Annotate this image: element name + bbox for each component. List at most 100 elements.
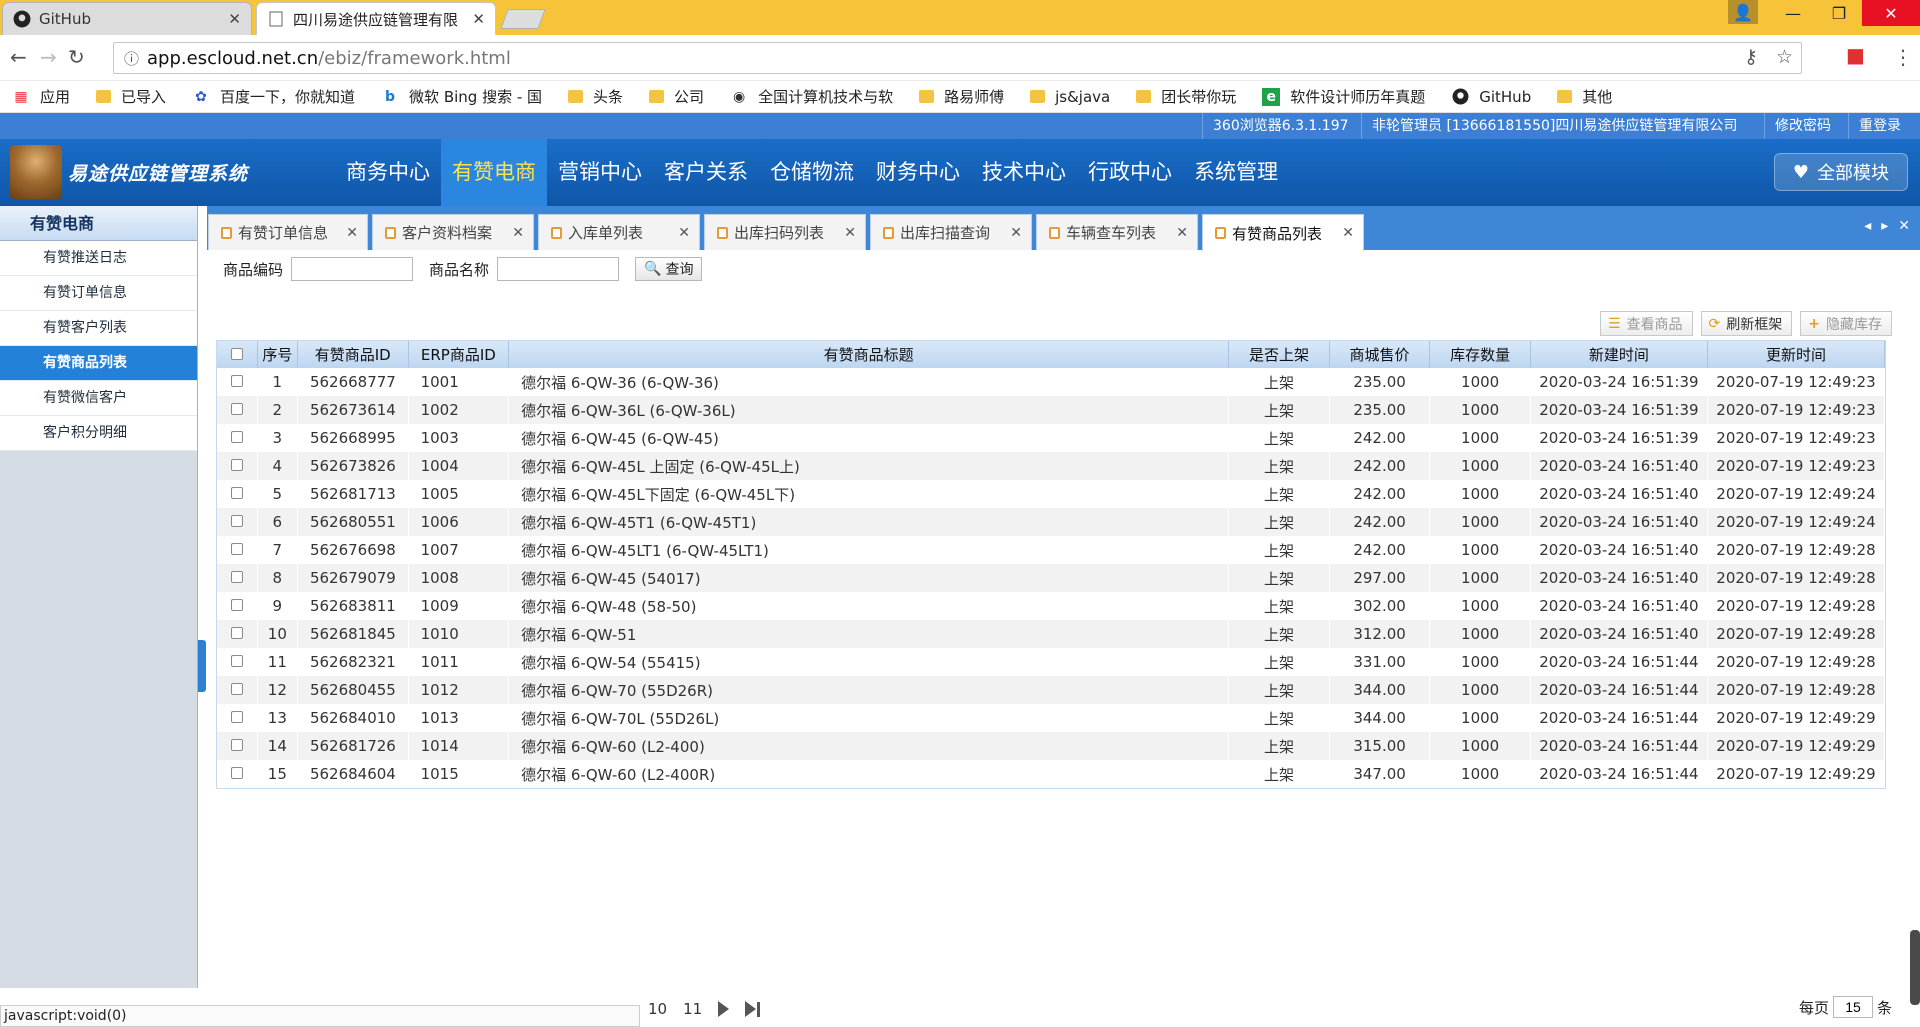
close-icon[interactable]: ✕ xyxy=(1010,225,1022,241)
menu-icon[interactable]: ⋮ xyxy=(1893,45,1913,69)
close-all-icon[interactable]: ✕ xyxy=(1898,218,1910,234)
name-input[interactable] xyxy=(497,257,620,281)
row-select-cell[interactable] xyxy=(217,732,258,760)
tab-products[interactable]: 有赞商品列表 ✕ xyxy=(1202,214,1364,251)
row-select-cell[interactable] xyxy=(217,396,258,424)
row-select-cell[interactable] xyxy=(217,620,258,648)
sidebar-item-wechat-customers[interactable]: 有赞微信客户 xyxy=(0,381,197,416)
relogin-link[interactable]: 重登录 xyxy=(1848,113,1911,139)
row-select-cell[interactable] xyxy=(217,452,258,480)
nav-crm[interactable]: 客户关系 xyxy=(653,139,759,206)
new-tab-button[interactable] xyxy=(500,9,546,29)
sidebar-item-points[interactable]: 客户积分明细 xyxy=(0,416,197,451)
row-checkbox[interactable] xyxy=(230,543,243,555)
tab-outbound-query[interactable]: 出库扫描查询 ✕ xyxy=(870,214,1032,250)
browser-tab-github[interactable]: GitHub ✕ xyxy=(2,2,252,35)
table-row[interactable]: 15 562684604 1015 德尔福 6-QW-60 (L2-400R) 上架 34… xyxy=(217,760,1886,788)
row-checkbox[interactable] xyxy=(230,515,243,527)
bookmark-folder[interactable]: 公司 xyxy=(649,86,704,107)
row-select-cell[interactable] xyxy=(217,648,258,676)
close-icon[interactable]: ✕ xyxy=(844,225,856,241)
refresh-frame-button[interactable]: ⟳ 刷新框架 xyxy=(1700,311,1793,336)
sidebar-item-orders[interactable]: 有赞订单信息 xyxy=(0,276,197,311)
nav-admin[interactable]: 行政中心 xyxy=(1077,139,1183,206)
close-icon[interactable]: ✕ xyxy=(1342,225,1354,241)
table-row[interactable]: 9 562683811 1009 德尔福 6-QW-48 (58-50) 上架 302.0… xyxy=(217,592,1886,620)
row-select-cell[interactable] xyxy=(217,676,258,704)
tab-customer-files[interactable]: 客户资料档案 ✕ xyxy=(372,214,534,250)
sidebar-item-customers[interactable]: 有赞客户列表 xyxy=(0,311,197,346)
all-modules-button[interactable]: ♥ 全部模块 xyxy=(1774,153,1908,191)
window-close-icon[interactable]: ✕ xyxy=(1862,0,1920,26)
browser-tab-active[interactable]: 四川易途供应链管理有限 ✕ xyxy=(256,2,496,35)
last-page-icon[interactable] xyxy=(745,1001,761,1017)
row-checkbox[interactable] xyxy=(230,627,243,639)
scroll-left-icon[interactable]: ◂ xyxy=(1864,218,1871,234)
page-size-input[interactable] xyxy=(1832,996,1873,1018)
bookmark-github[interactable]: GitHub xyxy=(1451,88,1531,106)
row-checkbox[interactable] xyxy=(230,711,243,723)
table-row[interactable]: 6 562680551 1006 德尔福 6-QW-45T1 (6-QW-45T1) 上… xyxy=(217,508,1886,536)
url-field[interactable]: ⓘ app.escloud.net.cn/ebiz/framework.html… xyxy=(113,42,1802,74)
column-header[interactable]: ERP商品ID xyxy=(408,341,510,368)
bookmark-apps[interactable]: ▦ 应用 xyxy=(12,86,70,107)
select-all-header[interactable] xyxy=(217,341,258,368)
bookmark-baidu[interactable]: ✿ 百度一下，你就知道 xyxy=(192,86,355,107)
row-select-cell[interactable] xyxy=(217,480,258,508)
nav-system[interactable]: 系统管理 xyxy=(1183,139,1289,206)
reload-icon[interactable]: ↻ xyxy=(68,45,85,69)
back-icon[interactable]: ← xyxy=(10,45,27,69)
bookmark-folder[interactable]: 路易师傅 xyxy=(919,86,1004,107)
column-header[interactable]: 更新时间 xyxy=(1707,341,1886,368)
column-header[interactable]: 商城售价 xyxy=(1329,341,1431,368)
table-row[interactable]: 12 562680455 1012 德尔福 6-QW-70 (55D26R) 上架 344… xyxy=(217,676,1886,704)
query-button[interactable]: 🔍 查询 xyxy=(635,257,703,281)
table-row[interactable]: 8 562679079 1008 德尔福 6-QW-45 (54017) 上架 297.0… xyxy=(217,564,1886,592)
row-checkbox[interactable] xyxy=(230,683,243,695)
row-checkbox[interactable] xyxy=(230,403,243,415)
next-page-icon[interactable] xyxy=(718,1001,730,1017)
row-checkbox[interactable] xyxy=(230,375,243,387)
table-row[interactable]: 4 562673826 1004 德尔福 6-QW-45L 上固定 (6-QW-45L… xyxy=(217,452,1886,480)
nav-marketing[interactable]: 营销中心 xyxy=(547,139,653,206)
select-all-checkbox[interactable] xyxy=(230,347,243,360)
info-icon[interactable]: ⓘ xyxy=(124,48,139,69)
table-row[interactable]: 7 562676698 1007 德尔福 6-QW-45LT1 (6-QW-45LT1… xyxy=(217,536,1886,564)
scrollbar-thumb[interactable] xyxy=(1910,930,1920,1005)
scroll-right-icon[interactable]: ▸ xyxy=(1881,218,1888,234)
close-icon[interactable]: ✕ xyxy=(678,225,690,241)
change-password-link[interactable]: 修改密码 xyxy=(1764,113,1841,139)
nav-warehouse[interactable]: 仓储物流 xyxy=(759,139,865,206)
key-icon[interactable]: ⚷ xyxy=(1744,46,1758,68)
table-row[interactable]: 3 562668995 1003 德尔福 6-QW-45 (6-QW-45) 上架 242… xyxy=(217,424,1886,452)
tab-inbound[interactable]: 入库单列表 ✕ xyxy=(538,214,700,250)
row-checkbox[interactable] xyxy=(230,739,243,751)
bookmark-folder[interactable]: js&java xyxy=(1030,88,1110,106)
column-header[interactable]: 库存数量 xyxy=(1429,341,1531,368)
table-row[interactable]: 13 562684010 1013 德尔福 6-QW-70L (55D26L) 上架 34… xyxy=(217,704,1886,732)
forward-icon[interactable]: → xyxy=(40,45,57,69)
bookmark-folder[interactable]: 已导入 xyxy=(96,86,166,107)
nav-tech[interactable]: 技术中心 xyxy=(971,139,1077,206)
star-icon[interactable]: ☆ xyxy=(1776,46,1793,68)
nav-business[interactable]: 商务中心 xyxy=(335,139,441,206)
hide-stock-button[interactable]: + 隐藏库存 xyxy=(1800,311,1892,336)
row-checkbox[interactable] xyxy=(230,487,243,499)
column-header[interactable]: 新建时间 xyxy=(1530,341,1708,368)
row-checkbox[interactable] xyxy=(230,431,243,443)
nav-youzan[interactable]: 有赞电商 xyxy=(441,139,547,206)
row-select-cell[interactable] xyxy=(217,508,258,536)
row-select-cell[interactable] xyxy=(217,368,258,396)
close-icon[interactable]: ✕ xyxy=(228,10,241,28)
profile-icon[interactable]: 👤 xyxy=(1728,0,1758,24)
bookmark-other[interactable]: 其他 xyxy=(1557,86,1612,107)
row-checkbox[interactable] xyxy=(230,459,243,471)
sidebar-collapse-handle[interactable] xyxy=(198,640,206,692)
close-icon[interactable]: ✕ xyxy=(512,225,524,241)
table-row[interactable]: 5 562681713 1005 德尔福 6-QW-45L下固定 (6-QW-45L下… xyxy=(217,480,1886,508)
table-row[interactable]: 1 562668777 1001 德尔福 6-QW-36 (6-QW-36) 上架 235… xyxy=(217,368,1886,396)
row-select-cell[interactable] xyxy=(217,592,258,620)
extension-icon[interactable]: ■ xyxy=(1846,43,1865,67)
maximize-icon[interactable]: ❐ xyxy=(1816,0,1862,26)
close-icon[interactable]: ✕ xyxy=(346,225,358,241)
